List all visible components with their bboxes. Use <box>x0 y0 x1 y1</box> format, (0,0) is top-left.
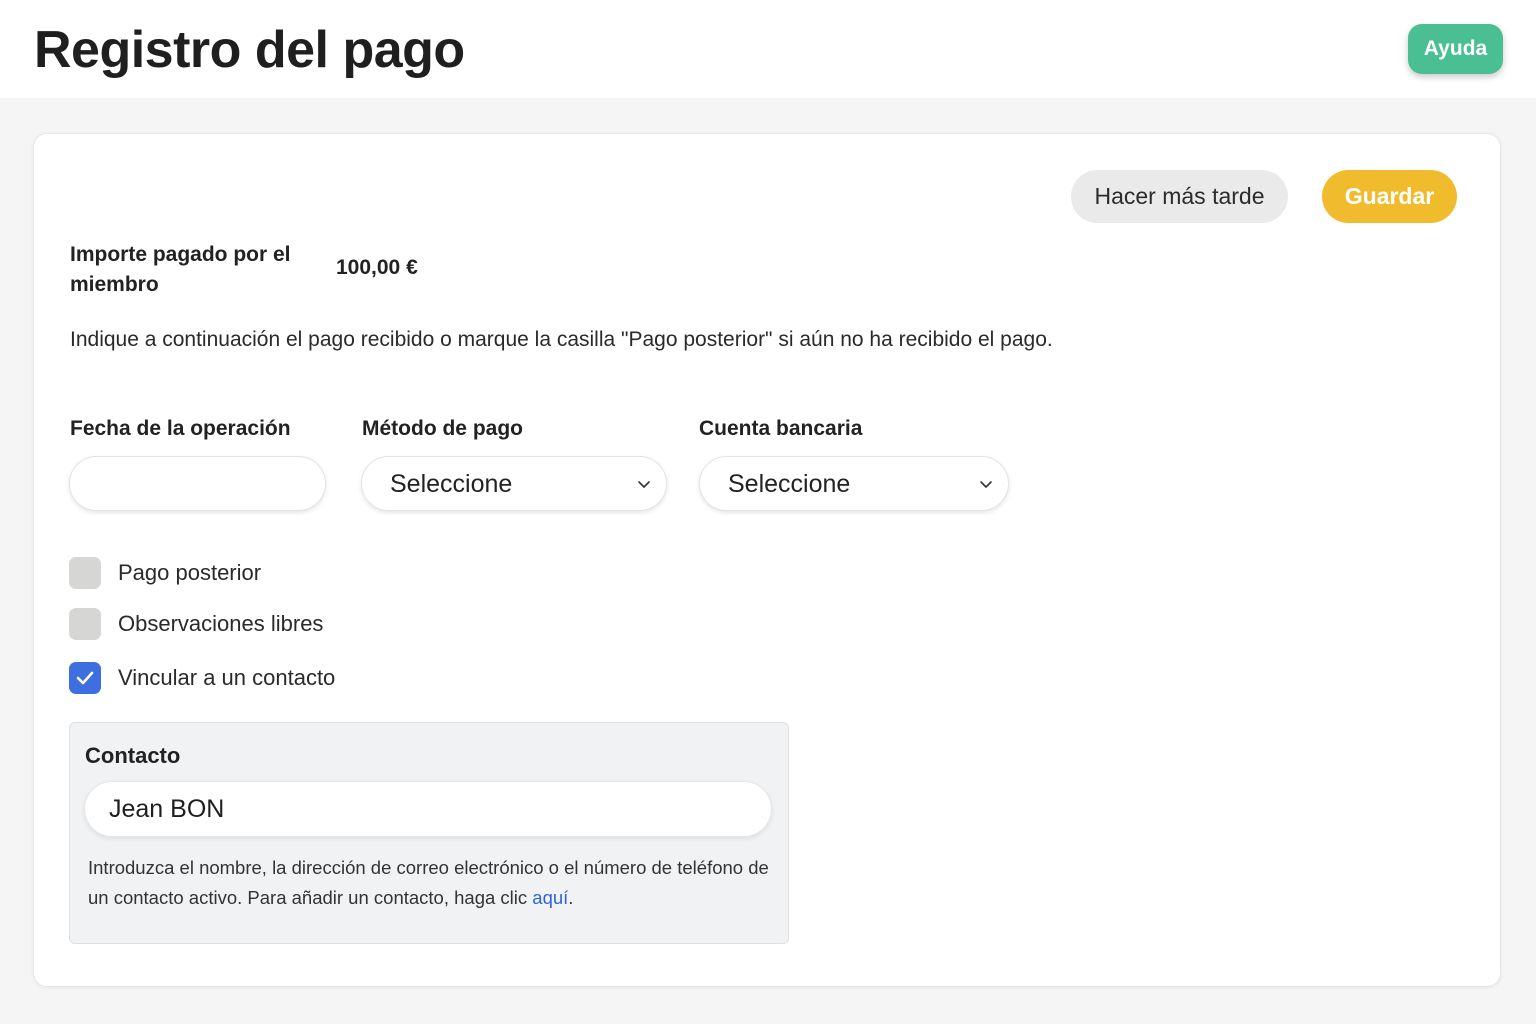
contact-help-end: . <box>568 887 574 908</box>
do-later-button[interactable]: Hacer más tarde <box>1071 170 1288 223</box>
bank-account-value: Seleccione <box>728 470 851 498</box>
page-title: Registro del pago <box>34 21 465 79</box>
payment-method-select[interactable]: Seleccione <box>361 456 667 511</box>
top-bar: Registro del pago Ayuda <box>0 0 1536 98</box>
date-label: Fecha de la operación <box>70 417 291 440</box>
instruction-text: Indique a continuación el pago recibido … <box>70 328 1053 351</box>
bank-account-select[interactable]: Seleccione <box>699 456 1009 511</box>
contact-input[interactable] <box>84 781 772 837</box>
operation-date-input[interactable] <box>69 456 326 511</box>
bank-account-label: Cuenta bancaria <box>699 417 863 440</box>
free-notes-label: Observaciones libres <box>118 611 324 636</box>
chevron-down-icon <box>638 481 650 488</box>
amount-value: 100,00 € <box>336 256 418 279</box>
payment-method-value: Seleccione <box>390 470 513 498</box>
contact-help-text: Introduzca el nombre, la dirección de co… <box>88 853 788 913</box>
later-payment-checkbox[interactable] <box>69 557 101 589</box>
add-contact-link[interactable]: aquí <box>532 887 568 908</box>
contact-panel: Contacto Introduzca el nombre, la direcc… <box>69 722 789 944</box>
help-button[interactable]: Ayuda <box>1408 24 1503 74</box>
link-contact-checkbox[interactable] <box>69 662 101 694</box>
checkmark-icon <box>76 671 94 685</box>
payment-form-card: Hacer más tarde Guardar Importe pagado p… <box>33 133 1501 987</box>
chevron-down-icon <box>980 481 992 488</box>
save-button[interactable]: Guardar <box>1322 170 1457 223</box>
amount-label: Importe pagado por el miembro <box>70 243 291 296</box>
payment-method-label: Método de pago <box>362 417 523 440</box>
contact-help-body: Introduzca el nombre, la dirección de co… <box>88 857 769 908</box>
free-notes-checkbox[interactable] <box>69 608 101 640</box>
link-contact-label: Vincular a un contacto <box>118 665 336 690</box>
contact-title: Contacto <box>85 743 181 768</box>
later-payment-label: Pago posterior <box>118 560 262 585</box>
